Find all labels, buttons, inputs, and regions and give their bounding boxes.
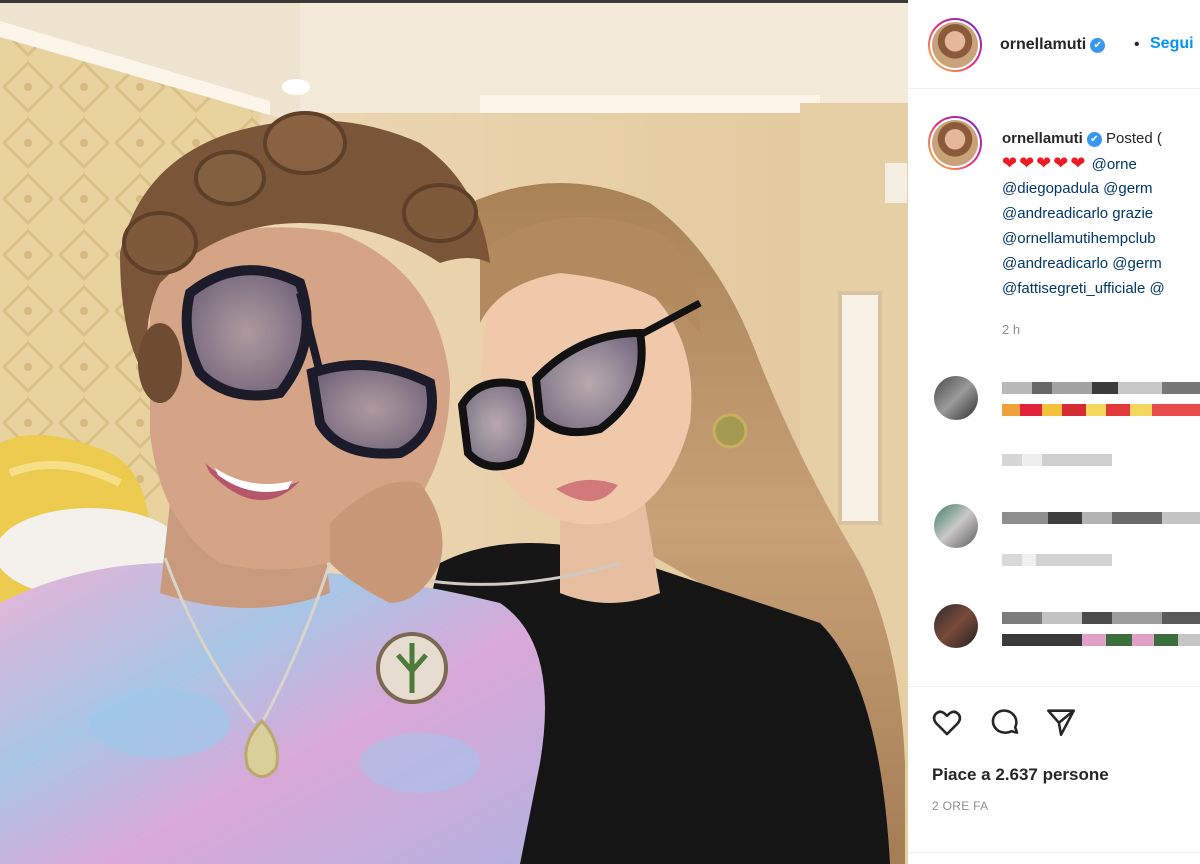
heart-icon[interactable] — [930, 705, 964, 739]
selfie-illustration — [0, 3, 908, 864]
caption-mention[interactable]: @andreadicarlo @germ — [1002, 255, 1162, 272]
header-username-row: ornellamuti ✔ — [1000, 36, 1106, 54]
paper-plane-icon[interactable] — [1044, 705, 1078, 739]
caption-mention[interactable]: @ornellamutihempclub — [1002, 230, 1156, 247]
pixelated-comment-text — [1002, 382, 1200, 394]
comment-icon[interactable] — [988, 705, 1022, 739]
profile-avatar[interactable] — [928, 18, 982, 72]
commenter-avatar[interactable] — [934, 376, 978, 420]
caption-posted-text: Posted ( — [1106, 130, 1162, 147]
post-caption: ornellamuti ✔ Posted ( ❤❤❤❤❤ @orne @diego… — [1002, 126, 1200, 301]
caption-mention[interactable]: @fattisegreti_ufficiale @ — [1002, 280, 1165, 297]
caption-verified-badge-icon: ✔ — [1086, 132, 1102, 147]
post-header: ornellamuti ✔ • Segui — [908, 0, 1200, 89]
panel-bottom-divider — [908, 852, 1200, 853]
pixelated-comment-meta — [1002, 454, 1112, 466]
pixelated-comment-emoji — [1002, 634, 1200, 646]
pixelated-comment-text — [1002, 512, 1200, 524]
follow-button[interactable]: Segui — [1150, 35, 1194, 53]
post-age: 2 ORE FA — [932, 799, 989, 813]
commenter-avatar[interactable] — [934, 604, 978, 648]
comment-item — [928, 604, 1200, 674]
caption-mention[interactable]: @orne — [1092, 156, 1137, 173]
comment-item — [928, 376, 1200, 446]
caption-timestamp: 2 h — [1002, 322, 1021, 337]
caption-username[interactable]: ornellamuti — [1002, 130, 1083, 147]
caption-mention[interactable]: @diegopadula @germ — [1002, 180, 1153, 197]
commenter-avatar[interactable] — [934, 504, 978, 548]
caption-avatar[interactable] — [928, 116, 982, 170]
verified-badge-icon: ✔ — [1090, 38, 1106, 53]
pixelated-comment-text — [1002, 612, 1200, 624]
post-actions: Piace a 2.637 persone 2 ORE FA — [908, 686, 1200, 857]
post-side-panel: ornellamuti ✔ • Segui ornellamuti ✔ Posted… — [908, 0, 1200, 864]
header-username[interactable]: ornellamuti — [1000, 36, 1086, 53]
pixelated-comment-meta — [1002, 554, 1112, 566]
caption-hearts: ❤❤❤❤❤ — [1002, 153, 1088, 173]
pixelated-comment-emoji — [1002, 404, 1200, 416]
caption-mention[interactable]: @andreadicarlo grazie — [1002, 205, 1153, 222]
post-photo[interactable] — [0, 3, 908, 864]
likes-count[interactable]: Piace a 2.637 persone — [932, 765, 1109, 785]
header-separator: • — [1134, 36, 1140, 53]
